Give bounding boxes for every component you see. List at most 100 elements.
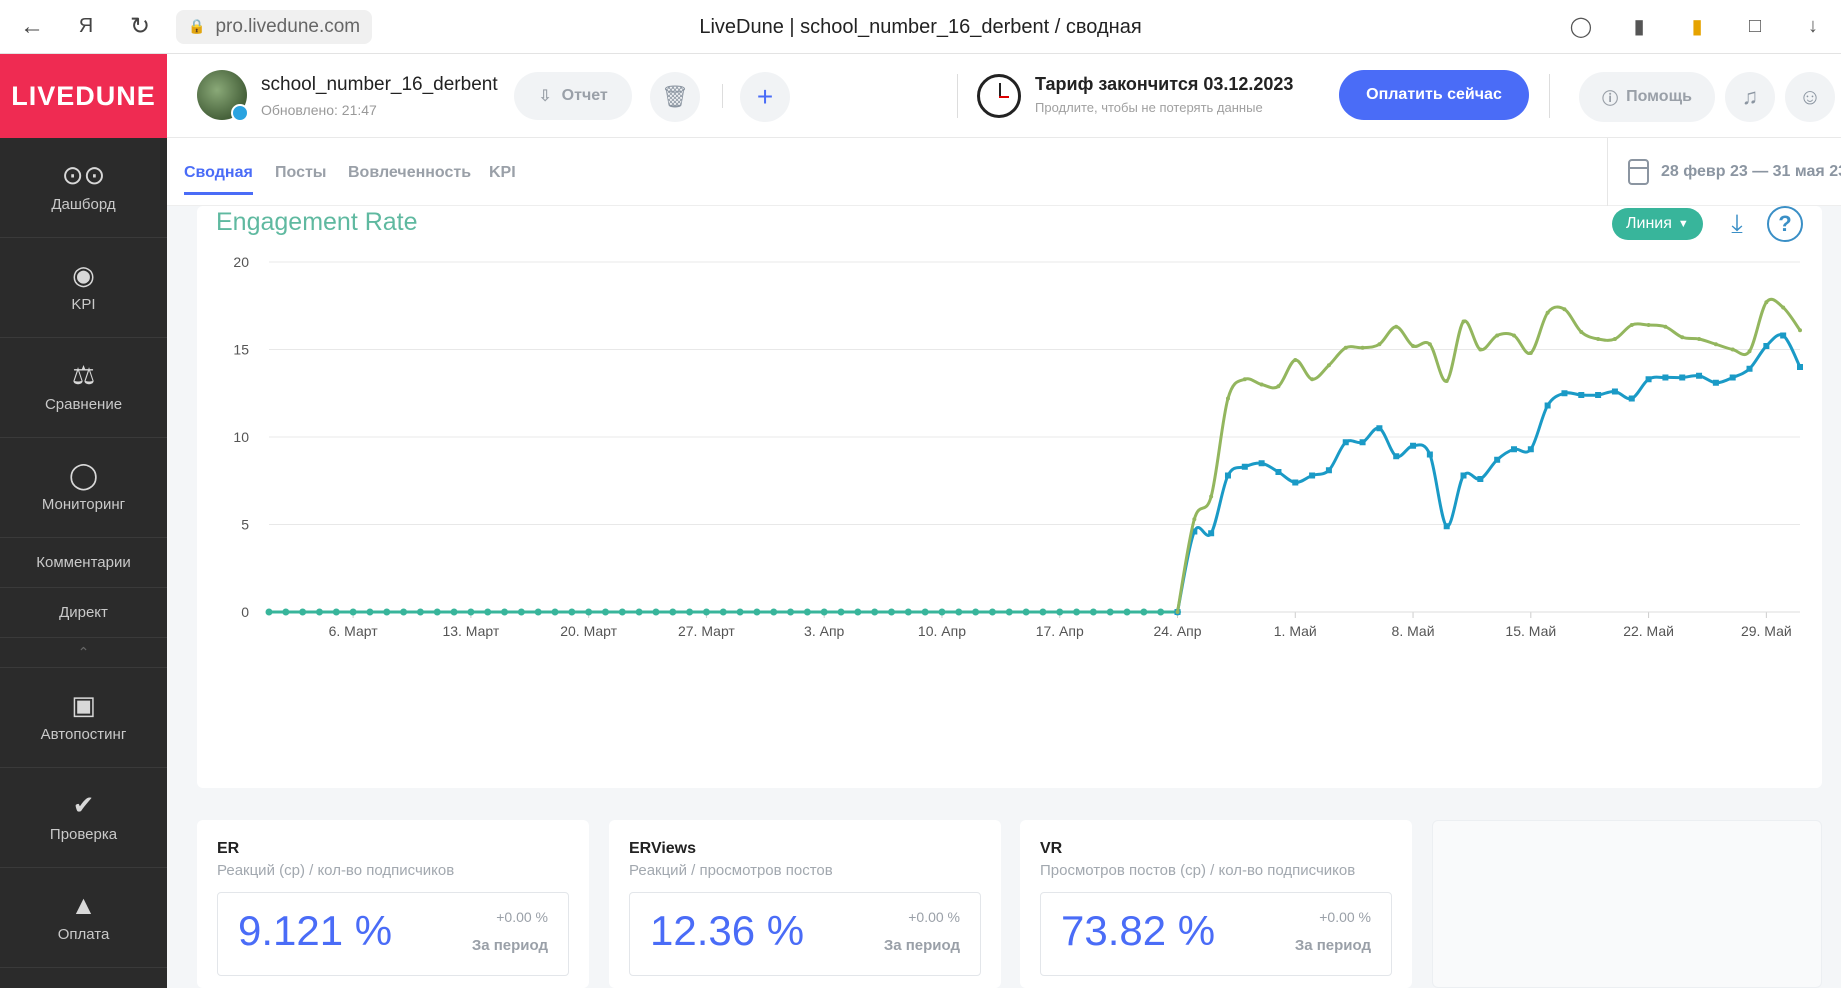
blue-point	[1359, 439, 1366, 446]
green-point	[1713, 342, 1718, 347]
sidebar-item-payment[interactable]: ▲ Оплата	[0, 868, 167, 968]
downloads-icon[interactable]: ↓	[1795, 8, 1831, 44]
blue-point	[1460, 472, 1467, 479]
x-tick-label: 24. Апр	[1153, 623, 1201, 639]
blue-point	[1292, 479, 1299, 486]
metric-value-box: 12.36 % +0.00 % За период	[629, 892, 981, 976]
plus-icon: +	[756, 81, 774, 112]
baseline-point	[736, 608, 744, 616]
protect-icon[interactable]: ◯	[1563, 8, 1599, 44]
baseline-point	[871, 608, 879, 616]
green-point	[1326, 363, 1331, 368]
green-point	[1781, 305, 1786, 310]
chevron-down-icon: ▼	[1677, 218, 1689, 230]
chart-title: Engagement Rate	[216, 208, 418, 236]
tab-summary[interactable]: Сводная	[184, 164, 253, 195]
date-range-picker[interactable]: 28 февр 23 — 31 мая 23	[1607, 138, 1841, 206]
sidebar-item-direct[interactable]: Директ	[0, 588, 167, 638]
back-icon[interactable]: ←	[10, 5, 54, 49]
bell-icon: ♫	[1741, 84, 1759, 109]
green-point	[1697, 337, 1702, 341]
blue-point	[1729, 374, 1736, 381]
chevron-up-icon[interactable]: ⌃	[0, 638, 167, 668]
account-avatar[interactable]	[197, 70, 249, 122]
green-point	[1411, 344, 1416, 348]
battery-icon[interactable]: ▮	[1679, 8, 1715, 44]
baseline-point	[955, 608, 963, 616]
baseline-point	[921, 608, 929, 616]
sidebar-item-dashboard[interactable]: ⊙⊙ Дашборд	[0, 138, 167, 238]
series-line-green	[1176, 297, 1802, 613]
notifications-button[interactable]: ♫	[1725, 72, 1775, 122]
y-tick-label: 0	[241, 604, 249, 620]
green-point	[1242, 377, 1247, 382]
target-icon: ◉	[72, 260, 95, 290]
tab-posts[interactable]: Посты	[275, 164, 326, 192]
blue-point	[1780, 332, 1787, 339]
sidebar-item-label: Мониторинг	[41, 496, 126, 513]
baseline-point	[669, 608, 677, 616]
report-button[interactable]: ⇩ Отчет	[514, 72, 632, 120]
sidebar-item-comments[interactable]: Комментарии	[0, 538, 167, 588]
info-icon: ⓘ	[1602, 91, 1619, 108]
chart-type-label: Линия	[1626, 215, 1672, 232]
blue-point	[1645, 376, 1652, 383]
baseline-point	[938, 608, 946, 616]
profile-button[interactable]: ☺	[1785, 72, 1835, 122]
delete-button[interactable]: 🗑	[650, 72, 700, 122]
address-bar[interactable]: 🔒 pro.livedune.com	[176, 9, 373, 44]
account-name[interactable]: school_number_16_derbent	[261, 74, 498, 96]
calendar-icon	[1628, 159, 1649, 185]
tab-engagement[interactable]: Вовлеченность	[348, 164, 471, 192]
reload-icon[interactable]: ↻	[118, 5, 162, 49]
add-account-button[interactable]: +	[740, 72, 790, 122]
metric-card-placeholder	[1432, 820, 1822, 988]
baseline-point	[753, 608, 761, 616]
metric-delta: +0.00 %	[1319, 909, 1371, 925]
x-tick-label: 6. Март	[329, 623, 379, 639]
clock-icon	[977, 74, 1021, 118]
x-tick-label: 8. Май	[1392, 623, 1435, 639]
metric-title: VR	[1040, 840, 1063, 857]
green-point	[1528, 351, 1533, 355]
sidebar-item-compare[interactable]: ⚖ Сравнение	[0, 338, 167, 438]
green-point	[1394, 324, 1399, 329]
baseline-point	[349, 608, 357, 616]
green-point	[1175, 610, 1180, 614]
yandex-icon[interactable]: Я	[64, 5, 108, 49]
baseline-point	[854, 608, 862, 616]
divider	[1549, 74, 1550, 118]
baseline-point	[551, 608, 559, 616]
brand-logo[interactable]: LIVEDUNE	[0, 54, 167, 138]
x-tick-label: 27. Март	[678, 623, 735, 639]
collections-icon[interactable]: □	[1737, 8, 1773, 44]
sidebar-item-autoposting[interactable]: ▣ Автопостинг	[0, 668, 167, 768]
green-point	[1209, 494, 1214, 499]
green-point	[1293, 358, 1298, 362]
baseline-point	[904, 608, 912, 616]
question-icon[interactable]: ?	[1767, 206, 1803, 242]
pay-now-button[interactable]: Оплатить сейчас	[1339, 70, 1529, 120]
x-tick-label: 15. Май	[1505, 623, 1556, 639]
blue-point	[1208, 530, 1215, 537]
baseline-point	[315, 608, 323, 616]
chart-type-dropdown[interactable]: Линия ▼	[1612, 208, 1703, 240]
sidebar-item-kpi[interactable]: ◉ KPI	[0, 238, 167, 338]
top-header: school_number_16_derbent Обновлено: 21:4…	[167, 54, 1841, 138]
baseline-point	[1123, 608, 1131, 616]
export-icon[interactable]: ⤓	[1719, 206, 1755, 242]
tariff-subtitle: Продлите, чтобы не потерять данные	[1035, 100, 1263, 115]
sidebar-item-check[interactable]: ✔ Проверка	[0, 768, 167, 868]
metric-card-er: ER Реакций (ср) / кол-во подписчиков 9.1…	[197, 820, 589, 988]
tab-kpi[interactable]: KPI	[489, 164, 516, 192]
x-tick-label: 1. Май	[1274, 623, 1317, 639]
sidebar-item-monitoring[interactable]: ◯ Мониторинг	[0, 438, 167, 538]
url-text: pro.livedune.com	[215, 15, 361, 37]
telegram-icon	[231, 104, 249, 122]
blue-point	[1662, 374, 1669, 381]
help-button[interactable]: ⓘ Помощь	[1579, 72, 1715, 122]
baseline-point	[618, 608, 626, 616]
blue-point	[1578, 392, 1585, 398]
bookmark-icon[interactable]: ▮	[1621, 8, 1657, 44]
baseline-point	[702, 608, 710, 616]
